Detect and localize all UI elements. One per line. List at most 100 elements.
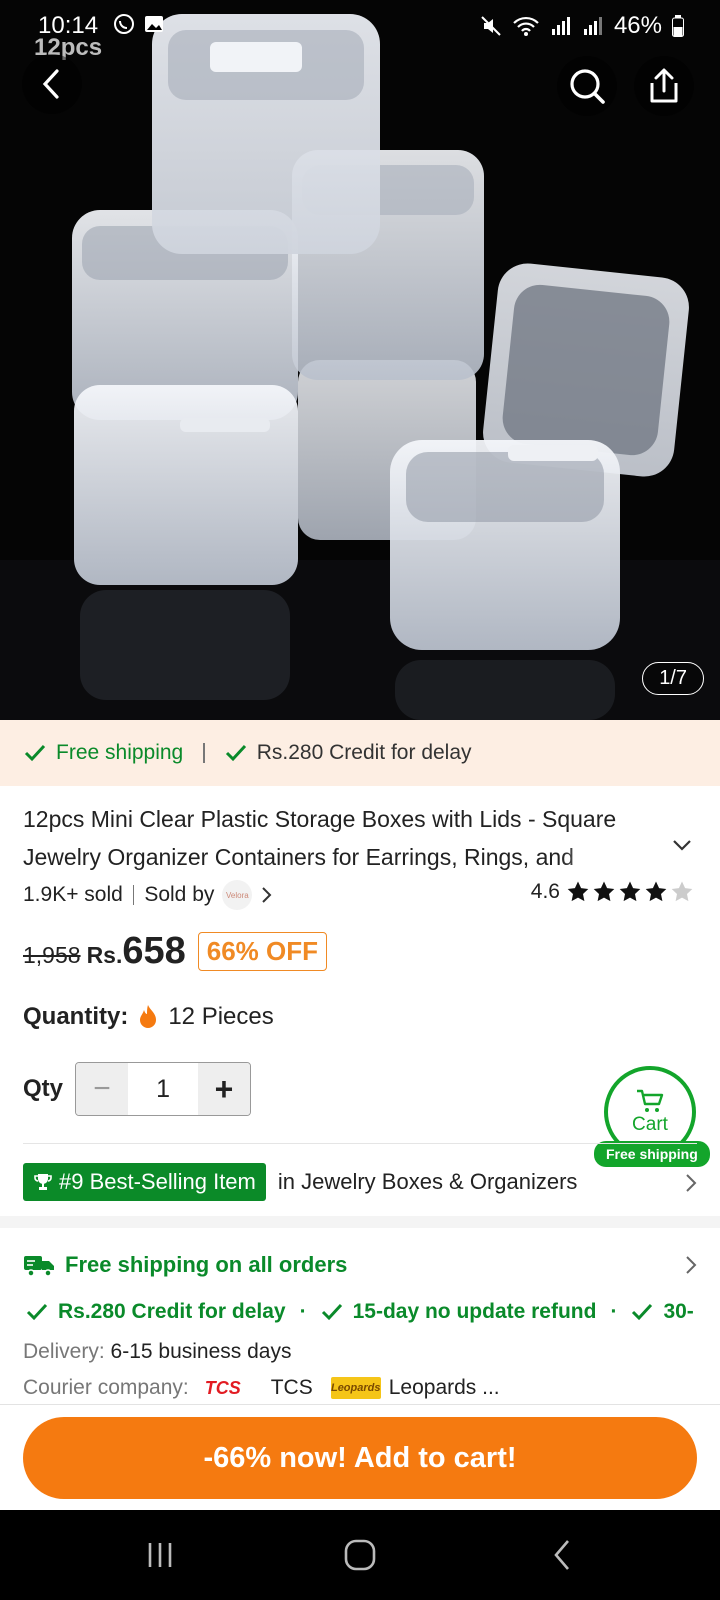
trophy-icon	[34, 1174, 52, 1190]
leopards-logo-text: Leopards	[330, 1382, 381, 1394]
whatsapp-icon	[114, 14, 134, 34]
service-guarantees-row[interactable]: Rs.280 Credit for delay · 15-day no upda…	[26, 1300, 694, 1324]
add-to-cart-button[interactable]: -66% now! Add to cart!	[23, 1417, 697, 1499]
check-icon	[26, 1303, 48, 1321]
check-icon	[225, 744, 246, 762]
decrement-button[interactable]: −	[76, 1063, 129, 1115]
battery-icon	[672, 15, 684, 37]
flame-icon	[140, 1005, 157, 1028]
section-separator	[0, 1216, 720, 1228]
wifi-icon	[513, 16, 539, 36]
back-button[interactable]	[22, 54, 82, 114]
chevron-right-icon	[686, 1174, 697, 1192]
status-system-icons: 46%	[480, 12, 684, 40]
expand-title-button[interactable]	[672, 838, 692, 857]
sold-by-label: Sold by	[144, 883, 215, 906]
service-item: 15-day no update refund	[352, 1300, 597, 1323]
image-counter: 1/7	[642, 662, 704, 695]
share-button[interactable]	[634, 56, 694, 116]
quantity-spec-label: Quantity:	[23, 1003, 129, 1030]
share-icon	[650, 68, 678, 103]
delivery-value: 6-15 business days	[110, 1340, 292, 1363]
service-item: 30-	[663, 1300, 694, 1323]
product-photo	[0, 0, 720, 720]
battery-percent: 46%	[613, 12, 662, 39]
discount-badge: 66% OFF	[197, 932, 328, 971]
system-back-button[interactable]	[532, 1532, 592, 1578]
delivery-label: Delivery:	[23, 1340, 105, 1363]
free-shipping-title: Free shipping on all orders	[65, 1252, 348, 1277]
status-notification-icons	[112, 12, 166, 36]
increment-button[interactable]: +	[198, 1063, 251, 1115]
check-icon	[321, 1303, 342, 1321]
rating[interactable]: 4.6	[531, 880, 696, 904]
rating-value: 4.6	[530, 880, 560, 903]
chevron-right-icon[interactable]	[258, 885, 276, 905]
home-button[interactable]	[330, 1532, 390, 1578]
cart-icon	[637, 1089, 664, 1112]
best-seller-text: #9 Best-Selling Item	[59, 1169, 256, 1194]
courier-label: Courier company:	[23, 1376, 189, 1399]
best-seller-row[interactable]: #9 Best-Selling Item in Jewelry Boxes & …	[23, 1163, 577, 1201]
back-arrow-icon	[554, 1540, 569, 1570]
cart-free-shipping-badge: Free shipping	[594, 1141, 710, 1167]
chevron-left-icon	[42, 69, 59, 99]
qty-label: Qty	[23, 1075, 64, 1102]
cart-label: Cart	[632, 1114, 668, 1135]
bullet-separator: ·	[299, 1300, 307, 1323]
leopards-logo: Leopards	[330, 1377, 381, 1399]
bottom-action-bar: -66% now! Add to cart!	[0, 1404, 720, 1510]
delivery-time: Delivery: 6-15 business days	[23, 1340, 291, 1364]
quantity-input[interactable]: 1	[128, 1063, 198, 1115]
sale-price: 658	[122, 930, 186, 972]
gallery-icon	[145, 16, 163, 32]
home-icon	[344, 1539, 376, 1571]
shipping-details-chevron[interactable]	[684, 1254, 698, 1281]
divider	[203, 743, 205, 763]
star-rating-icon	[567, 881, 693, 902]
search-button[interactable]	[557, 56, 617, 116]
currency: Rs.	[86, 942, 123, 968]
free-shipping-row[interactable]: Free shipping on all orders	[23, 1252, 347, 1278]
chevron-down-icon	[673, 840, 691, 851]
courier-name-tcs: TCS	[270, 1376, 313, 1399]
seller-logo-text: Velora	[226, 890, 249, 900]
best-seller-category: in Jewelry Boxes & Organizers	[277, 1169, 578, 1194]
courier-companies: Courier company: TCS TCS Leopards Leopar…	[23, 1376, 500, 1400]
truck-icon	[24, 1256, 54, 1277]
divider	[132, 885, 135, 905]
check-icon	[632, 1303, 653, 1321]
title-fade	[560, 838, 660, 876]
best-seller-badge: #9 Best-Selling Item	[23, 1163, 266, 1201]
status-time: 10:14	[38, 12, 99, 39]
recent-apps-button[interactable]	[130, 1532, 190, 1578]
seller-logo[interactable]: Velora	[222, 880, 253, 910]
mute-icon	[481, 16, 501, 36]
recent-apps-icon	[148, 1543, 172, 1567]
divider	[23, 1143, 697, 1144]
quantity-spec: Quantity: 12 Pieces	[23, 1003, 274, 1031]
bullet-separator: ·	[610, 1300, 618, 1323]
chevron-right-icon	[686, 1256, 697, 1274]
best-seller-chevron[interactable]	[684, 1172, 698, 1199]
quantity-stepper[interactable]: − 1 +	[75, 1062, 252, 1116]
tcs-logo: TCS	[205, 1377, 263, 1399]
price-row: 1,958 Rs. 658 66% OFF	[23, 930, 328, 973]
check-icon	[24, 744, 46, 762]
search-icon	[570, 69, 605, 104]
signal-icon	[551, 17, 570, 35]
signal-icon-2	[583, 17, 602, 35]
shipping-benefits-strip: Free shipping Rs.280 Credit for delay	[0, 720, 720, 786]
quantity-row: Qty − 1 +	[23, 1062, 252, 1116]
system-navigation-bar	[0, 1510, 720, 1600]
sold-count: 1.9K+ sold	[23, 883, 123, 906]
status-bar: 10:14 46%	[0, 0, 720, 52]
courier-name-leopards: Leopards ...	[388, 1376, 500, 1399]
product-image-carousel[interactable]: 12pcs 10:14 46% 1/7	[0, 0, 720, 720]
credit-label: Rs.280 Credit for delay	[256, 741, 472, 764]
tcs-logo-text: TCS	[204, 1377, 241, 1398]
original-price: 1,958	[23, 942, 81, 968]
credit-for-delay-tag: Rs.280 Credit for delay	[225, 741, 472, 765]
quantity-spec-value: 12 Pieces	[168, 1003, 274, 1030]
free-shipping-label: Free shipping	[56, 741, 184, 764]
